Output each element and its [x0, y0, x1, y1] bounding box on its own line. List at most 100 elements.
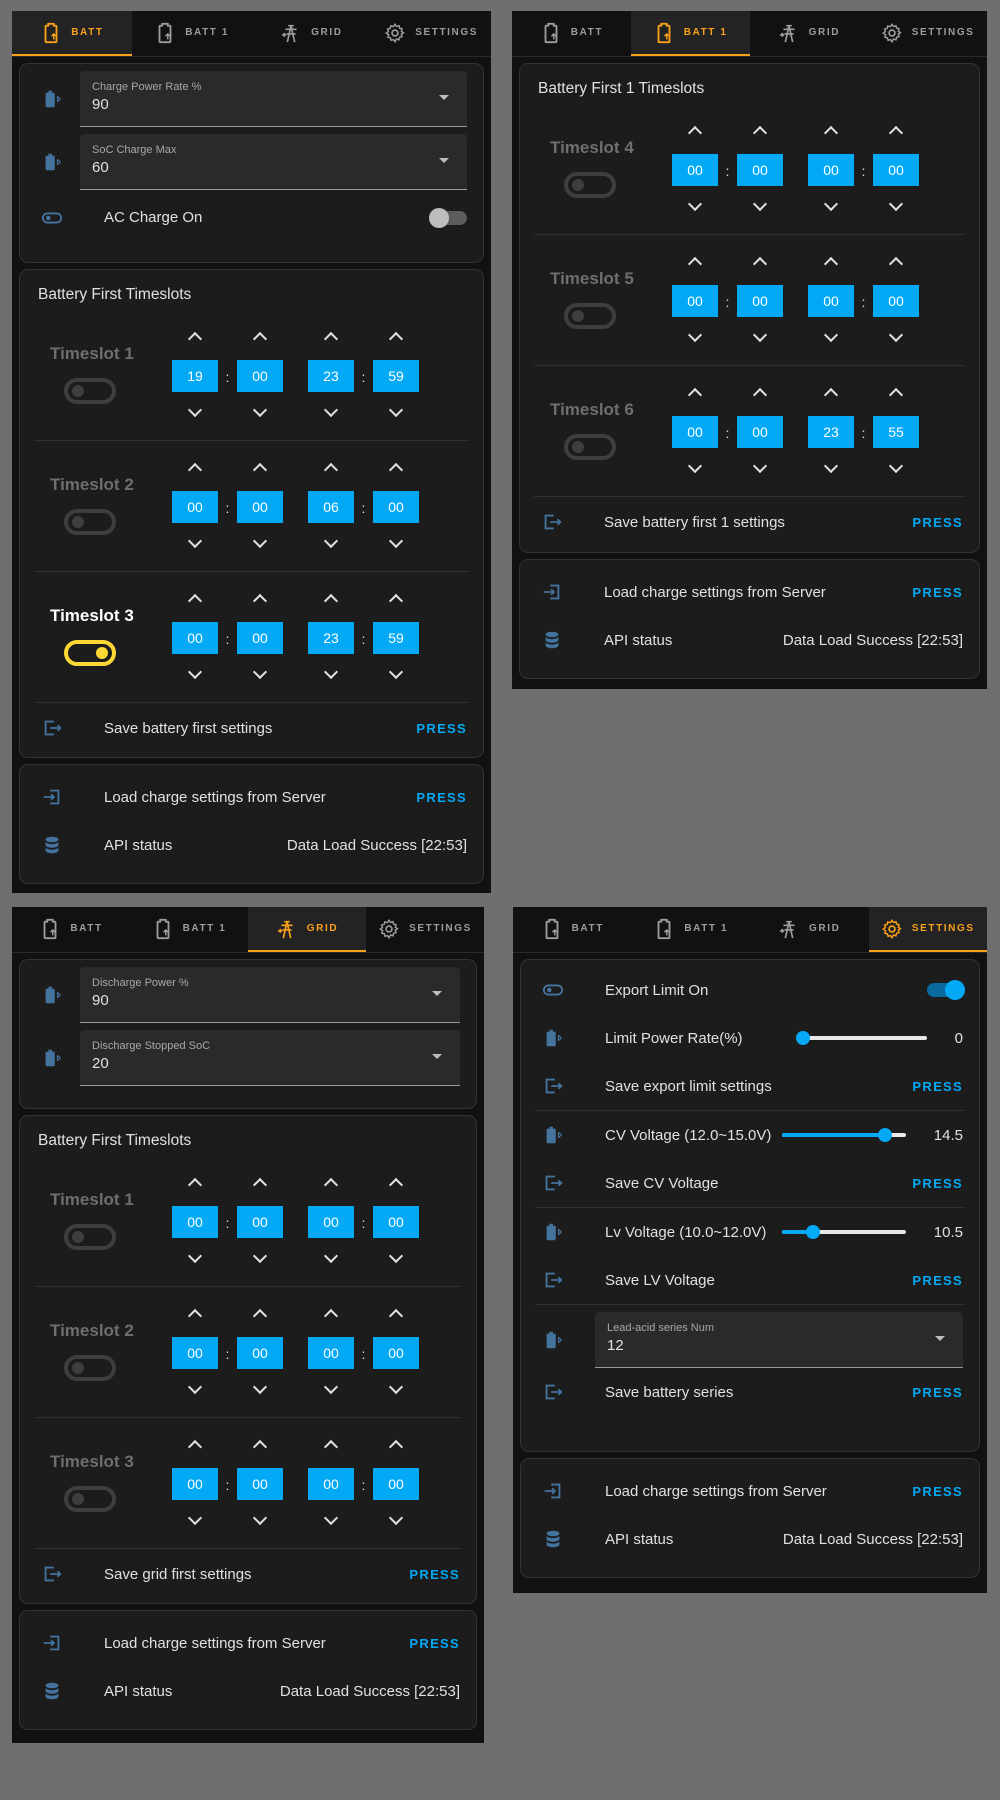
chevron-down-icon[interactable] — [187, 1379, 203, 1395]
start-hour-value[interactable]: 19 — [172, 360, 218, 392]
chevron-up-icon[interactable] — [388, 593, 404, 609]
chevron-down-icon[interactable] — [252, 664, 268, 680]
chevron-up-icon[interactable] — [823, 125, 839, 141]
start-hour-value[interactable]: 00 — [172, 491, 218, 523]
end-minute-value[interactable]: 59 — [373, 360, 419, 392]
chevron-down-icon[interactable] — [888, 458, 904, 474]
chevron-down-icon[interactable] — [252, 533, 268, 549]
chevron-up-icon[interactable] — [388, 1177, 404, 1193]
timeslot-toggle[interactable] — [64, 640, 116, 666]
tab-grid[interactable]: GRID — [750, 907, 869, 952]
end-hour-value[interactable]: 00 — [308, 1468, 354, 1500]
chevron-up-icon[interactable] — [187, 1439, 203, 1455]
start-hour-value[interactable]: 00 — [672, 154, 718, 186]
timeslot-toggle[interactable] — [64, 1486, 116, 1512]
chevron-up-icon[interactable] — [752, 256, 768, 272]
tab-batt[interactable]: BATT — [513, 907, 632, 952]
chevron-up-icon[interactable] — [252, 593, 268, 609]
chevron-down-icon[interactable] — [323, 664, 339, 680]
save-battery-first-1-button[interactable]: PRESS — [912, 515, 963, 530]
chevron-up-icon[interactable] — [388, 1439, 404, 1455]
chevron-up-icon[interactable] — [888, 387, 904, 403]
chevron-up-icon[interactable] — [687, 256, 703, 272]
end-minute-value[interactable]: 00 — [373, 1337, 419, 1369]
chevron-up-icon[interactable] — [687, 125, 703, 141]
discharge-soc-select[interactable]: Discharge Stopped SoC 20 — [80, 1030, 460, 1086]
ac-charge-switch[interactable] — [429, 207, 467, 228]
save-battery-first-button[interactable]: PRESS — [416, 721, 467, 736]
load-settings-button[interactable]: PRESS — [409, 1636, 460, 1651]
chevron-down-icon[interactable] — [388, 664, 404, 680]
end-minute-value[interactable]: 00 — [373, 491, 419, 523]
chevron-down-icon[interactable] — [388, 1510, 404, 1526]
chevron-up-icon[interactable] — [752, 125, 768, 141]
chevron-down-icon[interactable] — [388, 1248, 404, 1264]
charge-power-select[interactable]: Charge Power Rate % 90 — [80, 71, 467, 127]
chevron-up-icon[interactable] — [823, 387, 839, 403]
load-settings-button[interactable]: PRESS — [416, 790, 467, 805]
chevron-down-icon[interactable] — [687, 327, 703, 343]
start-minute-value[interactable]: 00 — [237, 622, 283, 654]
tab-settings[interactable]: SETTINGS — [371, 11, 491, 56]
chevron-down-icon[interactable] — [252, 1510, 268, 1526]
chevron-down-icon[interactable] — [187, 533, 203, 549]
timeslot-toggle[interactable] — [564, 434, 616, 460]
tab-grid[interactable]: GRID — [248, 907, 366, 952]
chevron-up-icon[interactable] — [888, 125, 904, 141]
chevron-up-icon[interactable] — [187, 1177, 203, 1193]
start-minute-value[interactable]: 00 — [237, 1206, 283, 1238]
chevron-down-icon[interactable] — [252, 402, 268, 418]
cv-voltage-slider[interactable] — [781, 1128, 906, 1142]
slider-knob[interactable] — [805, 1225, 820, 1239]
chevron-up-icon[interactable] — [323, 1439, 339, 1455]
timeslot-toggle[interactable] — [564, 172, 616, 198]
save-export-button[interactable]: PRESS — [912, 1079, 963, 1094]
chevron-up-icon[interactable] — [323, 462, 339, 478]
chevron-down-icon[interactable] — [388, 533, 404, 549]
chevron-up-icon[interactable] — [252, 331, 268, 347]
chevron-down-icon[interactable] — [187, 664, 203, 680]
save-grid-first-button[interactable]: PRESS — [409, 1567, 460, 1582]
chevron-down-icon[interactable] — [323, 1248, 339, 1264]
slider-knob[interactable] — [878, 1128, 893, 1142]
load-settings-button[interactable]: PRESS — [912, 585, 963, 600]
chevron-down-icon[interactable] — [187, 1510, 203, 1526]
end-minute-value[interactable]: 00 — [873, 154, 919, 186]
chevron-up-icon[interactable] — [252, 1308, 268, 1324]
chevron-down-icon[interactable] — [323, 1379, 339, 1395]
chevron-up-icon[interactable] — [323, 593, 339, 609]
chevron-up-icon[interactable] — [388, 462, 404, 478]
end-hour-value[interactable]: 06 — [308, 491, 354, 523]
chevron-up-icon[interactable] — [888, 256, 904, 272]
chevron-up-icon[interactable] — [187, 331, 203, 347]
chevron-down-icon[interactable] — [823, 458, 839, 474]
save-series-button[interactable]: PRESS — [912, 1385, 963, 1400]
end-hour-value[interactable]: 00 — [808, 285, 854, 317]
chevron-down-icon[interactable] — [888, 327, 904, 343]
timeslot-toggle[interactable] — [64, 1355, 116, 1381]
start-minute-value[interactable]: 00 — [237, 1337, 283, 1369]
tab-settings[interactable]: SETTINGS — [868, 907, 987, 952]
slider-knob[interactable] — [795, 1031, 810, 1045]
start-minute-value[interactable]: 00 — [237, 1468, 283, 1500]
chevron-down-icon[interactable] — [323, 402, 339, 418]
chevron-up-icon[interactable] — [388, 331, 404, 347]
chevron-down-icon[interactable] — [823, 196, 839, 212]
chevron-down-icon[interactable] — [388, 1379, 404, 1395]
end-hour-value[interactable]: 23 — [308, 622, 354, 654]
chevron-down-icon[interactable] — [752, 458, 768, 474]
lv-voltage-slider[interactable] — [781, 1225, 906, 1239]
chevron-down-icon[interactable] — [187, 402, 203, 418]
chevron-up-icon[interactable] — [752, 387, 768, 403]
end-minute-value[interactable]: 59 — [373, 622, 419, 654]
chevron-down-icon[interactable] — [687, 458, 703, 474]
tab-batt1[interactable]: BATT 1 — [632, 907, 751, 952]
start-minute-value[interactable]: 00 — [737, 416, 783, 448]
chevron-up-icon[interactable] — [187, 593, 203, 609]
tab-batt1[interactable]: BATT 1 — [132, 11, 252, 56]
chevron-down-icon[interactable] — [888, 196, 904, 212]
tab-grid[interactable]: GRID — [252, 11, 372, 56]
start-hour-value[interactable]: 00 — [172, 1468, 218, 1500]
end-hour-value[interactable]: 00 — [808, 154, 854, 186]
start-hour-value[interactable]: 00 — [672, 416, 718, 448]
